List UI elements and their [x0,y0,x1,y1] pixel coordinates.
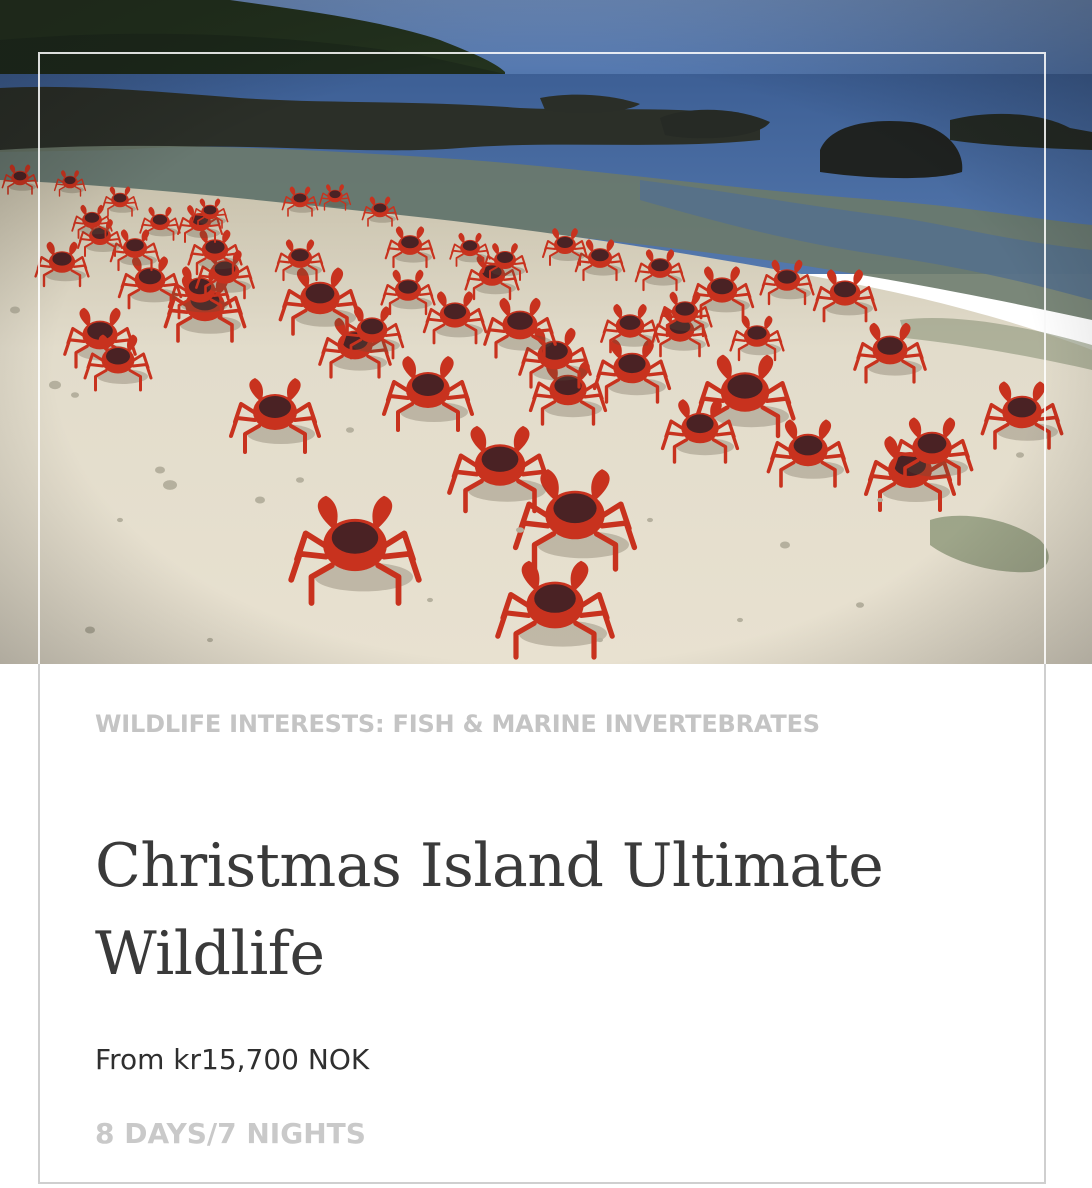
tour-duration: 8 DAYS/7 NIGHTS [95,1117,366,1150]
wildlife-category[interactable]: WILDLIFE INTERESTS: FISH & MARINE INVERT… [95,700,995,748]
tour-card-content: WILDLIFE INTERESTS: FISH & MARINE INVERT… [95,700,995,1154]
tour-price: From kr15,700 NOK [95,1043,370,1076]
tour-photo[interactable] [0,0,1092,664]
crab-beach-image [0,0,1092,664]
tour-title[interactable]: Christmas Island Ultimate Wildlife [95,822,995,998]
